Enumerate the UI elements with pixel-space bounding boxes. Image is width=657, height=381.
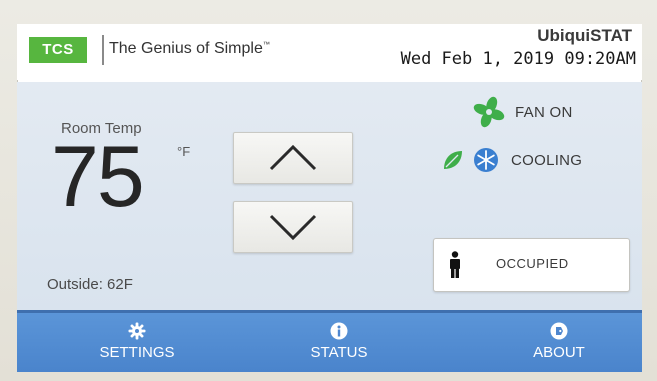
brand-tagline: The Genius of Simple™ (109, 40, 270, 58)
temperature-unit: °F (177, 144, 191, 159)
date-time-display: Wed Feb 1, 2019 09:20AM (400, 49, 636, 69)
fan-status-label: FAN ON (515, 103, 573, 121)
cooling-status: COOLING (441, 147, 582, 173)
cooling-status-label: COOLING (511, 151, 583, 169)
increase-setpoint-button[interactable] (233, 132, 353, 184)
occupancy-label: OCCUPIED (496, 256, 569, 271)
occupancy-button[interactable]: OCCUPIED (433, 238, 630, 292)
snowflake-icon (474, 148, 498, 172)
room-temperature: 75 (51, 129, 145, 225)
nav-status[interactable]: STATUS (269, 313, 409, 372)
nav-about-label: ABOUT (533, 344, 585, 361)
thermostat-bezel: TCS The Genius of Simple™ UbiquiSTAT Wed… (0, 0, 657, 381)
outside-temperature: Outside: 62F (47, 276, 133, 293)
tagline-text: The Genius of Simple (109, 40, 263, 57)
fan-status: FAN ON (473, 96, 573, 128)
nav-settings[interactable]: SETTINGS (67, 313, 207, 372)
chevron-up-icon (269, 144, 317, 171)
gear-icon (128, 322, 146, 340)
product-name: UbiquiSTAT (537, 26, 632, 45)
nav-about[interactable]: ABOUT (489, 313, 629, 372)
nav-status-label: STATUS (310, 344, 368, 361)
trademark-mark: ™ (262, 41, 270, 49)
decrease-setpoint-button[interactable] (233, 201, 353, 253)
brand-divider (102, 35, 104, 65)
info-icon (330, 322, 348, 340)
leaf-icon (444, 151, 462, 169)
nav-settings-label: SETTINGS (99, 344, 175, 361)
main-panel: Room Temp 75 °F Outside: 62F FAN ON COOL… (17, 82, 642, 310)
person-icon (450, 251, 460, 278)
fan-icon (473, 96, 505, 128)
bottom-nav: SETTINGS STATUS ABOUT (17, 310, 642, 372)
chevron-down-icon (269, 214, 317, 241)
brand-logo: TCS (29, 37, 87, 63)
tag-icon (550, 322, 568, 340)
thermostat-screen: TCS The Genius of Simple™ UbiquiSTAT Wed… (17, 24, 642, 372)
header-bar: TCS The Genius of Simple™ UbiquiSTAT Wed… (17, 24, 642, 80)
